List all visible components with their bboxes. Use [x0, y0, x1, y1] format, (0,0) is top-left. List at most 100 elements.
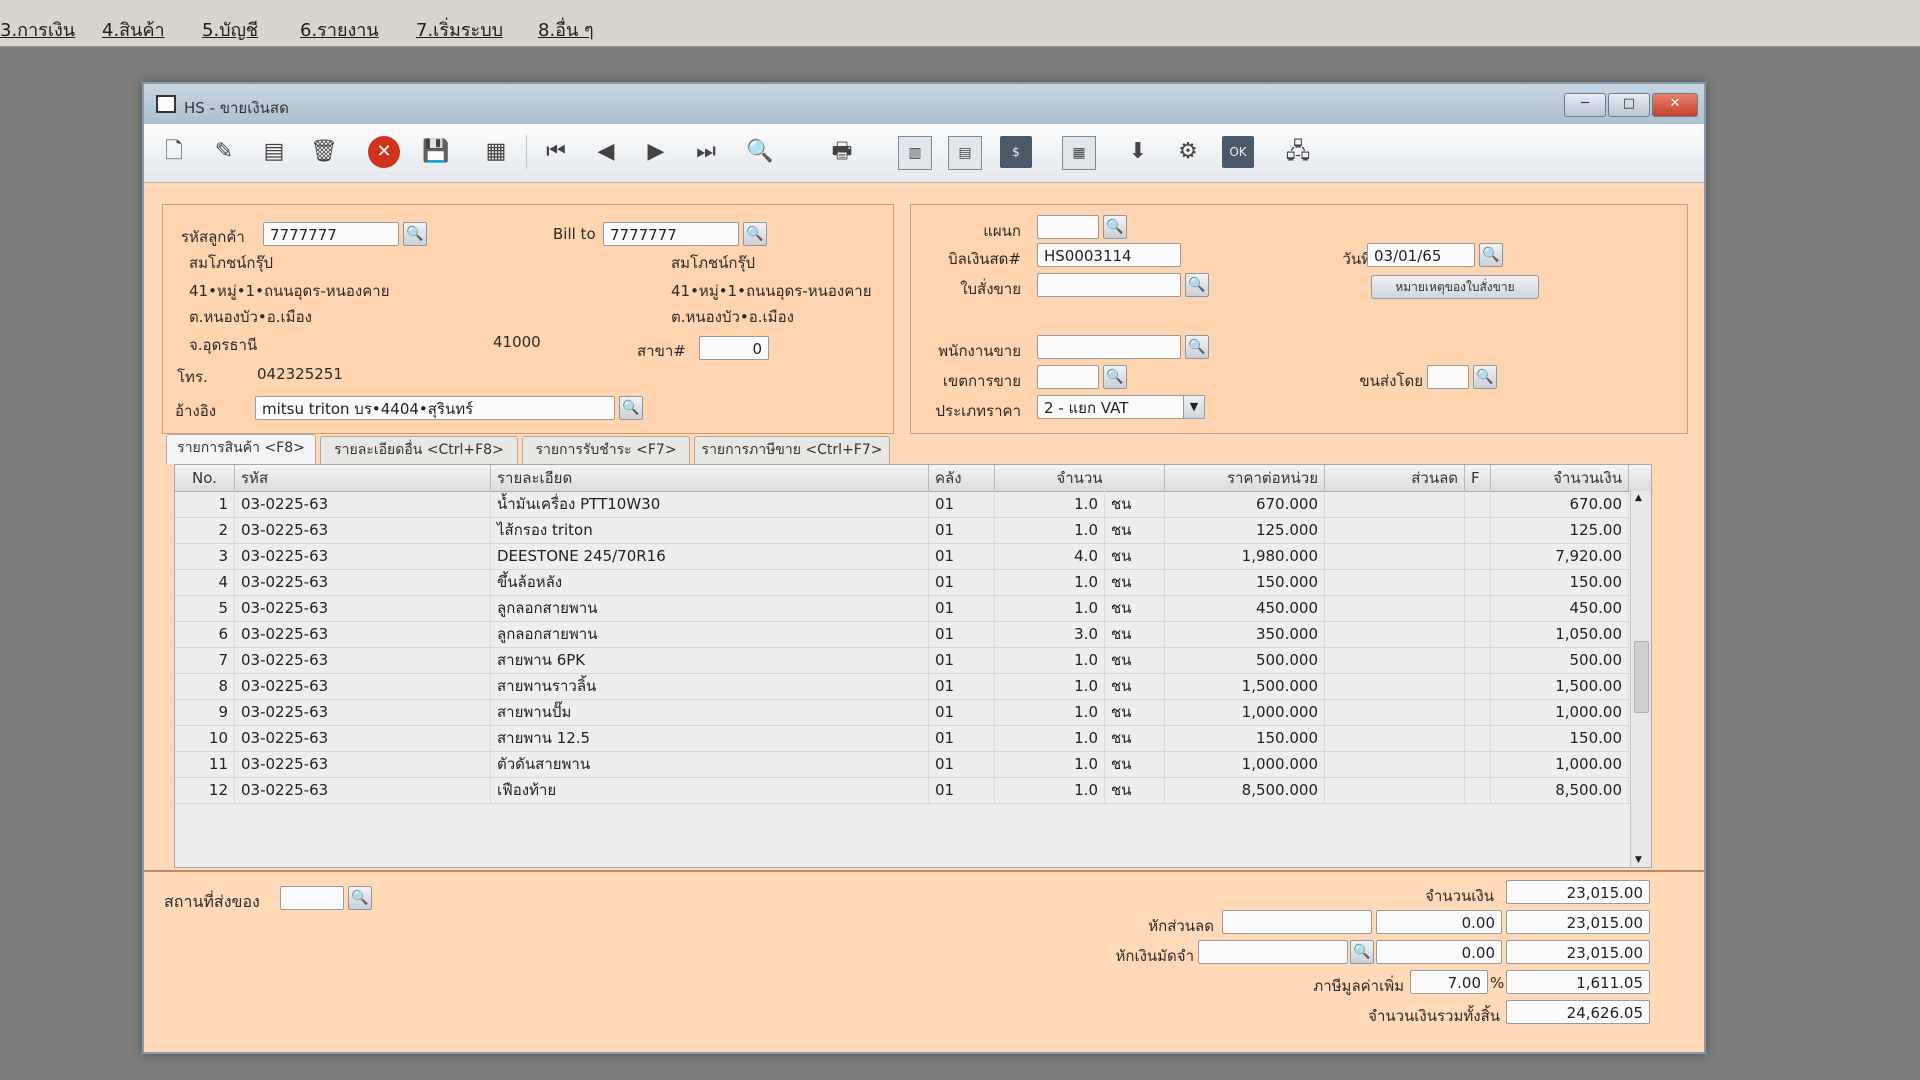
col-amount[interactable]: จำนวนเงิน — [1491, 465, 1629, 491]
row-discount[interactable] — [1325, 595, 1465, 621]
table-row[interactable]: 6 03-0225-63 ลูกลอกสายพาน 01 3.0 ชน 350.000 1,0… — [175, 621, 1629, 648]
row-quantity[interactable]: 4.0 — [995, 543, 1105, 569]
row-amount[interactable]: 1,500.00 — [1491, 673, 1629, 699]
sales-area-search-icon[interactable]: 🔍 — [1103, 365, 1127, 389]
edit-icon[interactable]: ✎ — [208, 136, 240, 168]
row-quantity[interactable]: 1.0 — [995, 751, 1105, 777]
row-code[interactable]: 03-0225-63 — [235, 725, 491, 751]
row-warehouse[interactable]: 01 — [929, 725, 995, 751]
table-row[interactable]: 7 03-0225-63 สายพาน 6PK 01 1.0 ชน 500.000 500.0… — [175, 647, 1629, 674]
date-picker-icon[interactable]: 🔍 — [1479, 243, 1503, 267]
row-unit[interactable]: ชน — [1105, 595, 1165, 621]
row-warehouse[interactable]: 01 — [929, 517, 995, 543]
row-number[interactable]: 9 — [175, 699, 235, 725]
row-discount[interactable] — [1325, 751, 1465, 777]
row-code[interactable]: 03-0225-63 — [235, 699, 491, 725]
row-code[interactable]: 03-0225-63 — [235, 647, 491, 673]
row-description[interactable]: ตัวดันสายพาน — [491, 751, 929, 777]
sales-order-field[interactable] — [1037, 273, 1181, 297]
row-code[interactable]: 03-0225-63 — [235, 621, 491, 647]
row-warehouse[interactable]: 01 — [929, 751, 995, 777]
deposit-input[interactable] — [1198, 940, 1348, 964]
grid-scrollbar[interactable]: ▲ ▼ — [1630, 491, 1651, 867]
row-flag[interactable] — [1465, 517, 1491, 543]
row-quantity[interactable]: 1.0 — [995, 699, 1105, 725]
row-flag[interactable] — [1465, 699, 1491, 725]
row-number[interactable]: 1 — [175, 491, 235, 517]
tab-items[interactable]: รายการสินค้า <F8> — [166, 434, 316, 464]
row-amount[interactable]: 670.00 — [1491, 491, 1629, 517]
col-discount[interactable]: ส่วนลด — [1325, 465, 1465, 491]
reference-field[interactable]: mitsu triton บร•4404•สุรินทร์ — [255, 396, 615, 420]
book-icon[interactable]: ▤ — [258, 136, 290, 168]
row-description[interactable]: DEESTONE 245/70R16 — [491, 543, 929, 569]
row-amount[interactable]: 150.00 — [1491, 725, 1629, 751]
row-flag[interactable] — [1465, 595, 1491, 621]
row-unit-price[interactable]: 150.000 — [1165, 569, 1325, 595]
scroll-down-icon[interactable]: ▼ — [1635, 855, 1642, 865]
row-warehouse[interactable]: 01 — [929, 673, 995, 699]
calendar-icon[interactable]: ▦ — [1062, 136, 1096, 170]
row-unit-price[interactable]: 1,000.000 — [1165, 751, 1325, 777]
row-amount[interactable]: 1,000.00 — [1491, 751, 1629, 777]
link-icon[interactable]: ⚙ — [1172, 136, 1204, 168]
row-discount[interactable] — [1325, 699, 1465, 725]
cancel-icon[interactable]: ✕ — [368, 136, 400, 168]
row-amount[interactable]: 125.00 — [1491, 517, 1629, 543]
reference-search-icon[interactable]: 🔍 — [619, 396, 643, 420]
row-unit-price[interactable]: 350.000 — [1165, 621, 1325, 647]
order-note-button[interactable]: หมายเหตุของใบสั่งขาย — [1371, 275, 1539, 299]
row-unit[interactable]: ชน — [1105, 569, 1165, 595]
row-quantity[interactable]: 3.0 — [995, 621, 1105, 647]
row-warehouse[interactable]: 01 — [929, 595, 995, 621]
dollar-icon[interactable]: $ — [1000, 136, 1032, 168]
row-quantity[interactable]: 1.0 — [995, 517, 1105, 543]
row-discount[interactable] — [1325, 517, 1465, 543]
deposit-search-icon[interactable]: 🔍 — [1350, 940, 1374, 964]
tab-sales-tax[interactable]: รายการภาษีขาย <Ctrl+F7> — [694, 436, 890, 464]
row-unit[interactable]: ชน — [1105, 491, 1165, 517]
sales-area-field[interactable] — [1037, 365, 1099, 389]
col-no[interactable]: No. — [175, 465, 235, 491]
row-number[interactable]: 10 — [175, 725, 235, 751]
stack-icon[interactable]: ▦ — [480, 136, 512, 168]
row-discount[interactable] — [1325, 491, 1465, 517]
row-unit[interactable]: ชน — [1105, 777, 1165, 803]
table-row[interactable]: 4 03-0225-63 ขึ้นล้อหลัง 01 1.0 ชน 150.000 150.… — [175, 569, 1629, 596]
row-unit[interactable]: ชน — [1105, 647, 1165, 673]
table-row[interactable]: 10 03-0225-63 สายพาน 12.5 01 1.0 ชน 150.000 150… — [175, 725, 1629, 752]
minimize-button[interactable]: ─ — [1564, 93, 1606, 117]
row-description[interactable]: สายพาน 6PK — [491, 647, 929, 673]
chevron-down-icon[interactable]: ▼ — [1183, 396, 1204, 418]
scroll-thumb[interactable] — [1634, 641, 1649, 713]
row-number[interactable]: 6 — [175, 621, 235, 647]
customer-code-field[interactable]: 7777777 — [263, 222, 399, 246]
row-number[interactable]: 4 — [175, 569, 235, 595]
row-unit[interactable]: ชน — [1105, 673, 1165, 699]
bill-number-field[interactable]: HS0003114 — [1037, 243, 1181, 267]
col-description[interactable]: รายละเอียด — [491, 465, 929, 491]
row-discount[interactable] — [1325, 777, 1465, 803]
menu-accounts[interactable]: 5.บัญชี — [202, 15, 258, 44]
row-quantity[interactable]: 1.0 — [995, 777, 1105, 803]
row-code[interactable]: 03-0225-63 — [235, 543, 491, 569]
row-description[interactable]: เฟืองท้าย — [491, 777, 929, 803]
row-number[interactable]: 5 — [175, 595, 235, 621]
row-code[interactable]: 03-0225-63 — [235, 751, 491, 777]
first-record-icon[interactable]: ⏮ — [540, 136, 572, 168]
price-type-dropdown[interactable]: 2 - แยก VAT ▼ — [1037, 395, 1205, 419]
row-warehouse[interactable]: 01 — [929, 491, 995, 517]
row-unit-price[interactable]: 150.000 — [1165, 725, 1325, 751]
row-description[interactable]: ลูกลอกสายพาน — [491, 595, 929, 621]
row-number[interactable]: 11 — [175, 751, 235, 777]
bill-to-search-icon[interactable]: 🔍 — [743, 222, 767, 246]
row-discount[interactable] — [1325, 647, 1465, 673]
previous-record-icon[interactable]: ◀ — [590, 136, 622, 168]
row-quantity[interactable]: 1.0 — [995, 569, 1105, 595]
branch-field[interactable]: 0 — [699, 336, 769, 360]
bill-to-code-field[interactable]: 7777777 — [603, 222, 739, 246]
row-amount[interactable]: 450.00 — [1491, 595, 1629, 621]
row-flag[interactable] — [1465, 543, 1491, 569]
discount-input[interactable] — [1222, 910, 1372, 934]
menu-reports[interactable]: 6.รายงาน — [300, 15, 379, 44]
